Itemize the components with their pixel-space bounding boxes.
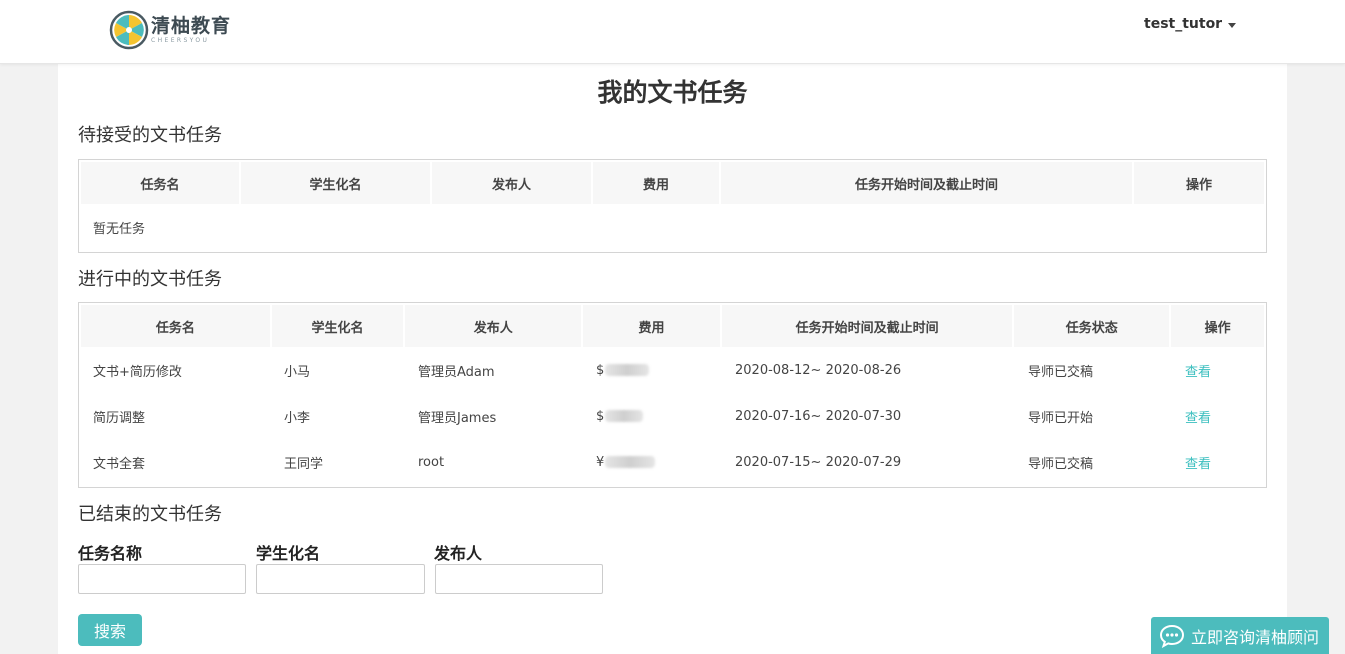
publisher-input[interactable] [435, 564, 603, 594]
dates-cell: 2020-08-12~ 2020-08-26 [735, 362, 902, 378]
caret-down-icon [1228, 22, 1237, 28]
column-header: 任务名 [81, 162, 239, 204]
task-name-cell: 文书+简历修改 [93, 364, 182, 380]
column-header: 任务开始时间及截止时间 [721, 162, 1132, 204]
view-link[interactable]: 查看 [1171, 407, 1264, 426]
table-header: 任务名 学生化名 发布人 费用 任务开始时间及截止时间 任务状态 操作 [79, 303, 1266, 347]
column-header: 费用 [583, 305, 720, 347]
logo-name: 清柚教育 [151, 15, 232, 37]
currency-symbol: $ [596, 408, 605, 424]
pending-section-title: 待接受的文书任务 [78, 125, 222, 146]
logo-subtitle: CHEERSYOU [151, 37, 210, 44]
in-progress-section-title: 进行中的文书任务 [78, 269, 222, 290]
username: test_tutor [1144, 16, 1223, 32]
status-cell: 导师已开始 [1028, 410, 1094, 426]
task-name-label: 任务名称 [78, 544, 143, 563]
page-title: 我的文书任务 [597, 78, 748, 107]
column-header: 任务开始时间及截止时间 [721, 305, 1013, 347]
logo[interactable]: 清柚教育 CHEERSYOU [109, 10, 231, 50]
top-navbar: 清柚教育 CHEERSYOU test_tutor [0, 0, 1345, 64]
column-header: 任务状态 [1014, 305, 1170, 347]
main-content: 我的文书任务 待接受的文书任务 任务名 学生化名 发布人 费用 任务开始时间及截… [58, 64, 1287, 654]
currency-symbol: $ [596, 362, 605, 378]
search-button[interactable]: 搜索 [78, 614, 142, 646]
dates-cell: 2020-07-16~ 2020-07-30 [735, 408, 902, 424]
column-header: 学生化名 [271, 305, 404, 347]
view-link[interactable]: 查看 [1171, 453, 1264, 472]
table-header: 任务名 学生化名 发布人 费用 任务开始时间及截止时间 操作 [79, 160, 1266, 204]
column-header: 发布人 [405, 305, 582, 347]
student-cell: 王同学 [284, 456, 324, 472]
table-row: 文书+简历修改 小马 管理员Adam $ 2020-08-12~ 2020-08… [79, 347, 1266, 393]
publisher-cell: 管理员James [418, 410, 497, 426]
finished-section-title: 已结束的文书任务 [78, 504, 222, 525]
task-name-input[interactable] [78, 564, 246, 594]
logo-text: 清柚教育 CHEERSYOU [151, 15, 231, 45]
consult-label: 立即咨询清柚顾问 [1191, 627, 1320, 647]
table-row: 文书全套 王同学 root ¥ 2020-07-15~ 2020-07-29 导… [79, 439, 1266, 485]
user-menu-dropdown[interactable]: test_tutor [1144, 16, 1237, 32]
chat-bubble-icon [1159, 624, 1185, 648]
pending-tasks-table: 任务名 学生化名 发布人 费用 任务开始时间及截止时间 操作 暂无任务 [78, 159, 1267, 253]
column-header: 费用 [593, 162, 719, 204]
column-header: 学生化名 [241, 162, 430, 204]
empty-text: 暂无任务 [93, 221, 146, 237]
fee-cell: ¥ [582, 455, 721, 470]
task-name-cell: 文书全套 [93, 456, 146, 472]
column-header: 操作 [1134, 162, 1264, 204]
status-cell: 导师已交稿 [1028, 364, 1094, 380]
task-name-cell: 简历调整 [93, 410, 146, 426]
view-link[interactable]: 查看 [1171, 361, 1264, 380]
column-header: 发布人 [432, 162, 591, 204]
dates-cell: 2020-07-15~ 2020-07-29 [735, 454, 902, 470]
column-header: 操作 [1171, 305, 1264, 347]
redacted-fee [605, 364, 650, 376]
fee-cell: $ [582, 409, 721, 424]
empty-row: 暂无任务 [79, 204, 1266, 250]
in-progress-tasks-table: 任务名 学生化名 发布人 费用 任务开始时间及截止时间 任务状态 操作 文书+简… [78, 302, 1267, 488]
logo-mark-icon [109, 10, 149, 50]
publisher-cell: 管理员Adam [418, 364, 495, 380]
student-cell: 小马 [284, 364, 311, 380]
redacted-fee [605, 456, 656, 468]
currency-symbol: ¥ [596, 454, 605, 470]
consult-button[interactable]: 立即咨询清柚顾问 [1151, 617, 1329, 654]
table-row: 简历调整 小李 管理员James $ 2020-07-16~ 2020-07-3… [79, 393, 1266, 439]
publisher-cell: root [418, 454, 445, 470]
student-label: 学生化名 [256, 544, 321, 563]
publisher-label: 发布人 [434, 544, 483, 563]
student-cell: 小李 [284, 410, 311, 426]
student-input[interactable] [256, 564, 425, 594]
fee-cell: $ [582, 363, 721, 378]
redacted-fee [605, 410, 644, 422]
column-header: 任务名 [81, 305, 270, 347]
status-cell: 导师已交稿 [1028, 456, 1094, 472]
